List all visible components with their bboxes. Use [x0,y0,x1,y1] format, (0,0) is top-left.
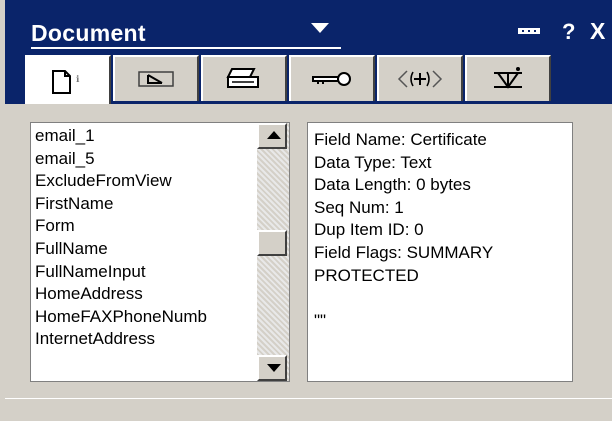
field-list-scrollbar[interactable] [257,123,289,381]
field-info-line: Field Flags: SUMMARY [314,242,494,262]
scroll-up-button[interactable] [257,123,287,149]
document-icon: ℹ [52,70,80,94]
tab-info[interactable]: ℹ [25,55,111,107]
key-icon [312,72,351,86]
help-button[interactable]: ? [562,19,575,45]
field-list-items: email_1 email_5 ExcludeFromView FirstName Fo… [35,125,259,351]
list-item[interactable]: FullName [35,238,259,261]
field-list[interactable]: email_1 email_5 ExcludeFromView FirstName Fo… [30,122,290,382]
list-item[interactable]: InternetAddress [35,328,259,351]
field-info-line: Dup Item ID: 0 [314,220,424,240]
tab-printing[interactable] [201,55,287,101]
panel-title[interactable]: Document [31,20,146,47]
field-info-box: Field Name: Certificate Data Type: Text Da… [307,122,573,382]
tab-fields[interactable] [113,55,199,101]
list-item[interactable]: FirstName [35,193,259,216]
document-properties-panel: Document ? X ℹ email_1 email_5 ExcludeFr… [0,0,612,421]
title-bar: Document ? X ℹ [5,0,612,107]
collapse-icon[interactable] [518,28,540,34]
tab-strip: ℹ [25,55,551,107]
list-item[interactable]: ExcludeFromView [35,170,259,193]
list-item[interactable]: HomeAddress [35,283,259,306]
tab-advanced[interactable] [465,55,551,101]
list-item[interactable]: email_5 [35,148,259,171]
scroll-thumb[interactable] [257,230,287,256]
field-info-line [314,287,493,310]
scroll-down-icon [267,364,281,372]
tab-html[interactable] [377,55,463,101]
list-item[interactable]: email_1 [35,125,259,148]
field-info-line: Field Name: Certificate [314,130,487,149]
tab-security[interactable] [289,55,375,101]
svg-text:ℹ: ℹ [76,74,80,84]
field-info-line: Data Length: 0 bytes [314,175,471,195]
list-item[interactable]: HomeFAXPhoneNumb [35,306,259,329]
section-icon [494,67,522,89]
divider [5,398,612,399]
close-button[interactable]: X [590,18,605,45]
field-info-line: "" [314,310,327,330]
html-tags-icon [397,70,443,88]
list-item[interactable]: FullNameInput [35,261,259,284]
chevron-down-icon[interactable] [311,23,329,33]
printer-icon [226,68,259,88]
field-info-line: Seq Num: 1 [314,197,404,217]
field-info-line: PROTECTED [314,265,419,285]
field-info-line: Data Type: Text [314,152,432,172]
list-item[interactable]: Form [35,215,259,238]
field-info-text: Field Name: Certificate Data Type: Text Da… [314,129,493,332]
scroll-up-icon [267,131,281,139]
field-icon [138,71,174,87]
scroll-down-button[interactable] [257,355,287,381]
title-dropdown-underline [31,47,341,49]
